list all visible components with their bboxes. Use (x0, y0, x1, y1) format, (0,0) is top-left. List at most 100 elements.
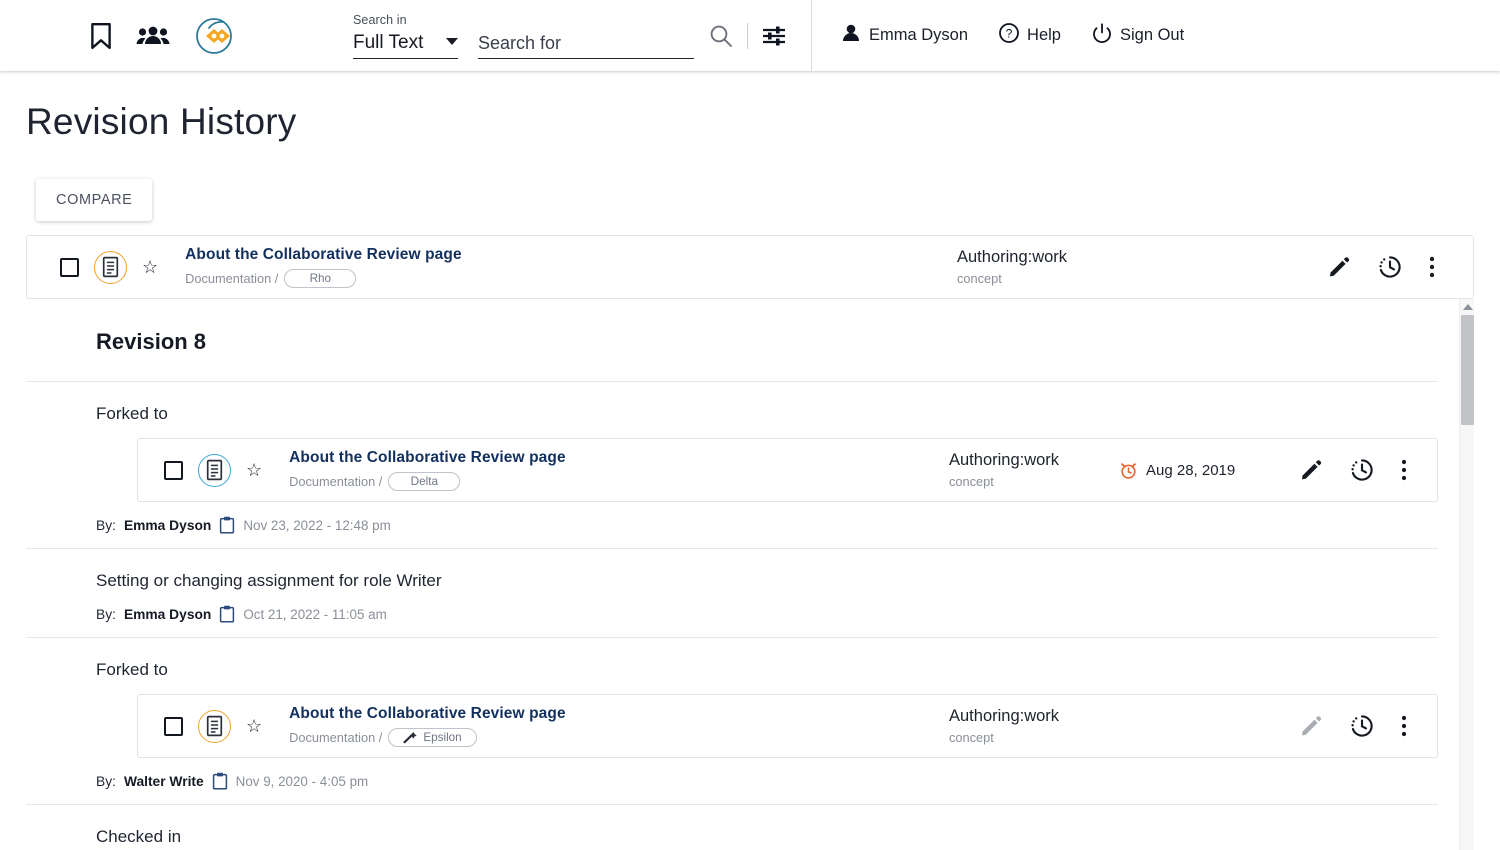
history-event-author: By: Emma Dyson Nov 23, 2022 - 12:48 pm (26, 502, 1438, 548)
revision-history-icon[interactable] (1377, 254, 1403, 280)
search-in-value: Full Text (353, 31, 424, 53)
help-button[interactable]: ? Help (998, 22, 1061, 49)
document-tag-label: Rho (309, 272, 332, 285)
nested-document-tag-label: Epsilon (423, 731, 462, 744)
nested-document-type-label: Authoring:work (949, 451, 1060, 469)
infinity-loop-logo[interactable] (192, 13, 238, 59)
document-title-link[interactable]: About the Collaborative Review page (185, 246, 462, 264)
search-icon[interactable] (708, 23, 734, 49)
by-label: By: (96, 773, 116, 789)
nested-document-tag-label: Delta (410, 475, 438, 488)
by-author-name: Walter Write (123, 773, 204, 789)
sign-out-label: Sign Out (1119, 26, 1185, 44)
nested-document-tag[interactable]: Delta (388, 472, 461, 491)
document-subtype-label: concept (957, 271, 1002, 286)
nested-document-breadcrumb: Documentation / Delta (289, 472, 566, 491)
user-name-label: Emma Dyson (869, 26, 969, 44)
nested-row-actions (1299, 713, 1407, 739)
scroll-down-arrow[interactable] (1460, 846, 1474, 850)
history-event: Forked to ☆ About the Collaborative Revi… (26, 382, 1438, 549)
nested-document-title-link[interactable]: About the Collaborative Review page (289, 449, 566, 467)
nested-document-type-icon[interactable] (198, 453, 231, 487)
nested-document-date-label: Aug 28, 2019 (1146, 461, 1236, 479)
filter-sliders-icon[interactable] (761, 23, 787, 49)
scroll-up-arrow[interactable] (1460, 299, 1474, 314)
by-label: By: (96, 606, 116, 622)
nested-document-checkbox[interactable] (164, 716, 183, 736)
history-scrollbar[interactable] (1459, 299, 1474, 850)
by-author-name: Emma Dyson (123, 517, 212, 533)
document-tag[interactable]: Rho (284, 269, 357, 288)
sign-out-button[interactable]: Sign Out (1091, 22, 1184, 49)
revision-heading: Revision 8 (26, 299, 1438, 382)
nested-row-actions (1299, 457, 1407, 483)
nested-document-card: ☆ About the Collaborative Review page Do… (137, 694, 1438, 758)
nested-document-titles: About the Collaborative Review page Docu… (289, 705, 566, 747)
nested-breadcrumb-text: Documentation / (289, 730, 383, 745)
question-circle-icon: ? (998, 22, 1020, 49)
scroll-thumb[interactable] (1461, 315, 1474, 425)
toolbar-divider (747, 22, 748, 49)
history-event-title: Forked to (96, 660, 168, 679)
revision-history-list: Revision 8 Forked to ☆ About the Collabo… (26, 299, 1474, 850)
by-timestamp: Nov 9, 2020 - 4:05 pm (235, 773, 369, 789)
nested-favorite-star-icon[interactable]: ☆ (246, 717, 262, 735)
hamburger-menu-icon[interactable] (40, 29, 66, 41)
svg-text:?: ? (1006, 27, 1013, 41)
by-timestamp: Nov 23, 2022 - 12:48 pm (243, 517, 391, 533)
nested-document-title-link[interactable]: About the Collaborative Review page (289, 705, 566, 723)
history-event-author: By: Emma Dyson Oct 21, 2022 - 11:05 am (26, 591, 1438, 637)
nested-document-breadcrumb: Documentation / Epsilon (289, 728, 566, 747)
nested-document-date: Aug 28, 2019 (1119, 461, 1299, 480)
more-vertical-icon[interactable] (1401, 458, 1407, 482)
history-event-author: By: Walter Write Nov 9, 2020 - 4:05 pm (26, 758, 1438, 804)
history-event: Setting or changing assignment for role … (26, 549, 1438, 638)
topbar-vertical-divider (811, 0, 812, 71)
nested-document-meta: Authoring:work concept (949, 451, 1407, 489)
document-type-icon[interactable] (94, 250, 127, 284)
edit-pencil-icon[interactable] (1327, 255, 1351, 279)
topbar-user-actions: Emma Dyson ? Help Sign Out (840, 22, 1184, 49)
nested-favorite-star-icon[interactable]: ☆ (246, 461, 262, 479)
edit-pencil-icon (1299, 714, 1323, 738)
history-event-title: Setting or changing assignment for role … (96, 571, 442, 590)
history-event-title: Checked in (96, 827, 182, 846)
compare-button[interactable]: COMPARE (36, 179, 153, 221)
revision-history-icon[interactable] (1349, 713, 1375, 739)
document-meta: Authoring:work concept (957, 248, 1435, 286)
favorite-star-icon[interactable]: ☆ (142, 258, 158, 276)
nested-document-tag[interactable]: Epsilon (388, 728, 477, 747)
person-icon (840, 22, 862, 49)
nested-document-subtype-label: concept (949, 474, 994, 489)
search-cluster: Search in Full Text (353, 13, 694, 59)
nested-card-left: ☆ About the Collaborative Review page Do… (138, 449, 566, 491)
alarm-clock-icon (1119, 461, 1138, 480)
power-icon (1091, 22, 1113, 49)
nested-document-card: ☆ About the Collaborative Review page Do… (137, 438, 1438, 502)
revision-history-icon[interactable] (1349, 457, 1375, 483)
clipboard-icon (219, 605, 235, 623)
nested-breadcrumb-text: Documentation / (289, 474, 383, 489)
nested-document-type-icon[interactable] (198, 709, 231, 743)
user-account-button[interactable]: Emma Dyson (840, 22, 968, 49)
bookmark-icon[interactable] (88, 22, 114, 50)
nested-card-left: ☆ About the Collaborative Review page Do… (138, 705, 566, 747)
nested-document-meta: Authoring:work concept (949, 707, 1407, 745)
people-group-icon[interactable] (136, 24, 170, 48)
search-action-icons (708, 22, 787, 49)
more-vertical-icon[interactable] (1429, 255, 1435, 279)
top-navigation-bar: Search in Full Text Search for Emma Dyso… (0, 0, 1500, 71)
search-in-label: Search in (353, 12, 407, 27)
nested-document-type-label: Authoring:work (949, 707, 1060, 725)
document-titles: About the Collaborative Review page Docu… (185, 246, 462, 288)
more-vertical-icon[interactable] (1401, 714, 1407, 738)
nested-document-checkbox[interactable] (164, 460, 183, 480)
document-checkbox[interactable] (60, 257, 79, 277)
clipboard-icon (219, 516, 235, 534)
page-body: Revision History COMPARE ☆ About the Col… (0, 71, 1500, 850)
search-input[interactable] (478, 32, 694, 59)
search-in-select[interactable]: Search in Full Text (353, 13, 458, 59)
history-event-title: Forked to (96, 404, 168, 423)
edit-pencil-icon[interactable] (1299, 458, 1323, 482)
history-event: Forked to ☆ About the Collaborative Revi… (26, 638, 1438, 805)
